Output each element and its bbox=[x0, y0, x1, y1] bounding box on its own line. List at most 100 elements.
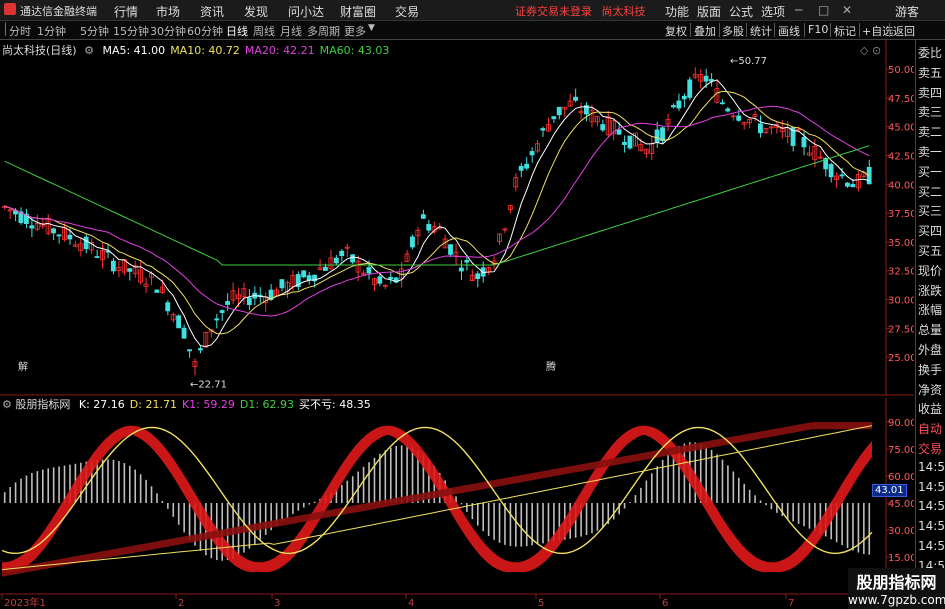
candle-body bbox=[225, 301, 230, 305]
side-item[interactable]: 卖一 bbox=[918, 143, 942, 160]
more-dropdown-icon[interactable]: ▼ bbox=[368, 23, 375, 33]
side-item[interactable]: 卖三 bbox=[918, 103, 942, 120]
tool-overlay[interactable]: 叠加 bbox=[694, 23, 716, 39]
time-tick-label: 2 bbox=[178, 598, 184, 609]
event-marker[interactable]: 腾 bbox=[546, 360, 556, 373]
side-item[interactable]: 14:56 bbox=[918, 519, 945, 533]
side-item[interactable]: 自动 bbox=[918, 420, 942, 437]
tool-adjust[interactable]: 复权 bbox=[665, 23, 687, 39]
period-intraday[interactable]: 分时 bbox=[9, 23, 31, 39]
side-item[interactable]: 交易 bbox=[918, 440, 942, 457]
menu-wealth[interactable]: 财富圈 bbox=[340, 3, 376, 20]
period-30min[interactable]: 30分钟 bbox=[150, 23, 186, 39]
side-item[interactable]: 净资 bbox=[918, 381, 942, 398]
indicator-value-item: D: 21.71 bbox=[129, 398, 177, 411]
period-15min[interactable]: 15分钟 bbox=[113, 23, 149, 39]
side-item[interactable]: 卖五 bbox=[918, 64, 942, 81]
menu-ask[interactable]: 问小达 bbox=[288, 3, 324, 20]
candle-body bbox=[306, 275, 312, 281]
settings-gear-icon[interactable]: ⚙ bbox=[84, 44, 94, 57]
side-item[interactable]: 收益 bbox=[918, 400, 942, 417]
price-chart[interactable]: 50.00 47.50 45.00 42.50 40.00 37.50 35.00 32.50… bbox=[0, 40, 914, 396]
side-item[interactable]: 换手 bbox=[918, 361, 942, 378]
side-item[interactable]: 买一 bbox=[918, 163, 942, 180]
candle-body bbox=[388, 276, 394, 280]
period-60min[interactable]: 60分钟 bbox=[187, 23, 223, 39]
period-daily[interactable]: 日线 bbox=[226, 23, 248, 39]
period-weekly[interactable]: 周线 bbox=[253, 23, 275, 39]
price-chart-panel[interactable]: 50.00 47.50 45.00 42.50 40.00 37.50 35.00 32.50… bbox=[0, 40, 914, 396]
period-more[interactable]: 更多 bbox=[344, 23, 366, 39]
indicator-legend: ⚙ 股朋指标网 K: 27.16 D: 21.71 K1: 59.29 D1: 62.… bbox=[2, 396, 371, 412]
indicator-value-item: K: 27.16 bbox=[78, 398, 125, 411]
indicator-chart[interactable]: 90.00 75.00 60.00 45.00 30.00 15.00 2023年1 2 3 4… bbox=[0, 398, 914, 609]
side-item[interactable]: 买三 bbox=[918, 202, 942, 219]
indicator-value-item: K1: 59.29 bbox=[181, 398, 235, 411]
candle-body bbox=[56, 234, 62, 237]
menu-news[interactable]: 资讯 bbox=[200, 3, 224, 20]
side-item[interactable]: 14:56 bbox=[918, 460, 945, 474]
maximize-icon[interactable]: □ bbox=[818, 3, 829, 17]
period-5min[interactable]: 5分钟 bbox=[80, 23, 109, 39]
tool-mark[interactable]: 标记 bbox=[834, 23, 856, 39]
chart-menu-icon[interactable]: ⊙ bbox=[872, 44, 881, 57]
menu-quotes[interactable]: 行情 bbox=[114, 3, 138, 20]
candle-body bbox=[51, 228, 56, 234]
period-multi[interactable]: 多周期 bbox=[307, 23, 340, 39]
side-item[interactable]: 涨跌 bbox=[918, 282, 942, 299]
nav-left-icon[interactable]: │ bbox=[2, 23, 9, 36]
price-tick-label: 37.50 bbox=[888, 209, 914, 220]
menu-layout[interactable]: 版面 bbox=[697, 3, 721, 20]
side-item[interactable]: 卖二 bbox=[918, 123, 942, 140]
side-item[interactable]: 14:56 bbox=[918, 539, 945, 553]
menu-market[interactable]: 市场 bbox=[156, 3, 180, 20]
candle-body bbox=[622, 141, 627, 145]
tool-draw[interactable]: 画线 bbox=[778, 23, 800, 39]
menu-formula[interactable]: 公式 bbox=[729, 3, 753, 20]
tool-multistock[interactable]: 多股 bbox=[722, 23, 744, 39]
tool-back[interactable]: 返回 bbox=[893, 23, 915, 39]
time-tick-label: 6 bbox=[662, 598, 668, 609]
menu-trade[interactable]: 交易 bbox=[395, 3, 419, 20]
candle-body bbox=[676, 100, 682, 109]
period-1min[interactable]: 1分钟 bbox=[37, 23, 66, 39]
candle-body bbox=[758, 123, 763, 134]
side-item[interactable]: 14:56 bbox=[918, 499, 945, 513]
menu-options[interactable]: 选项 bbox=[761, 3, 785, 20]
tool-stats[interactable]: 统计 bbox=[750, 23, 772, 39]
menu-functions[interactable]: 功能 bbox=[665, 3, 689, 20]
side-item[interactable]: 买二 bbox=[918, 183, 942, 200]
candle-body bbox=[850, 184, 856, 188]
candle-body bbox=[426, 224, 432, 231]
toolbar-divider bbox=[804, 23, 805, 37]
side-item[interactable]: 买四 bbox=[918, 222, 942, 239]
side-item[interactable]: 委比 bbox=[918, 44, 942, 61]
menu-discover[interactable]: 发现 bbox=[244, 3, 268, 20]
indicator-value-item: 买不亏: 48.35 bbox=[299, 398, 371, 411]
indicator-panel[interactable]: 90.00 75.00 60.00 45.00 30.00 15.00 2023年1 2 3 4… bbox=[0, 398, 914, 609]
app-name: 通达信金融终端 bbox=[20, 5, 97, 18]
event-marker[interactable]: 解 bbox=[18, 360, 28, 373]
indicator-tick-label: 60.00 bbox=[888, 472, 914, 483]
candle-body bbox=[801, 137, 807, 148]
tool-f10[interactable]: F10 bbox=[808, 23, 828, 36]
side-item[interactable]: 14:56 bbox=[918, 480, 945, 494]
side-item[interactable]: 外盘 bbox=[918, 341, 942, 358]
minimize-icon[interactable]: ─ bbox=[795, 3, 802, 17]
indicator-gear-icon[interactable]: ⚙ bbox=[2, 398, 12, 411]
period-monthly[interactable]: 月线 bbox=[280, 23, 302, 39]
side-item[interactable]: 总量 bbox=[918, 321, 942, 338]
indicator-current-value: 43.01 bbox=[872, 484, 907, 497]
side-item[interactable]: 涨幅 bbox=[918, 301, 942, 318]
side-item[interactable]: 现价 bbox=[918, 262, 942, 279]
indicator-tick-label: 45.00 bbox=[888, 499, 914, 510]
close-icon[interactable]: ✕ bbox=[842, 3, 852, 17]
guest-button[interactable]: 游客 bbox=[895, 3, 919, 20]
candle-body bbox=[540, 128, 546, 131]
indicator-values: K: 27.16 D: 21.71 K1: 59.29 D1: 62.93 买不亏: 4… bbox=[74, 398, 371, 411]
side-item[interactable]: 买五 bbox=[918, 242, 942, 259]
side-item[interactable]: 卖四 bbox=[918, 84, 942, 101]
chart-settings-icon[interactable]: ◇ bbox=[860, 44, 868, 57]
ma-line bbox=[4, 90, 870, 335]
indicator-tick-label: 15.00 bbox=[888, 553, 914, 564]
